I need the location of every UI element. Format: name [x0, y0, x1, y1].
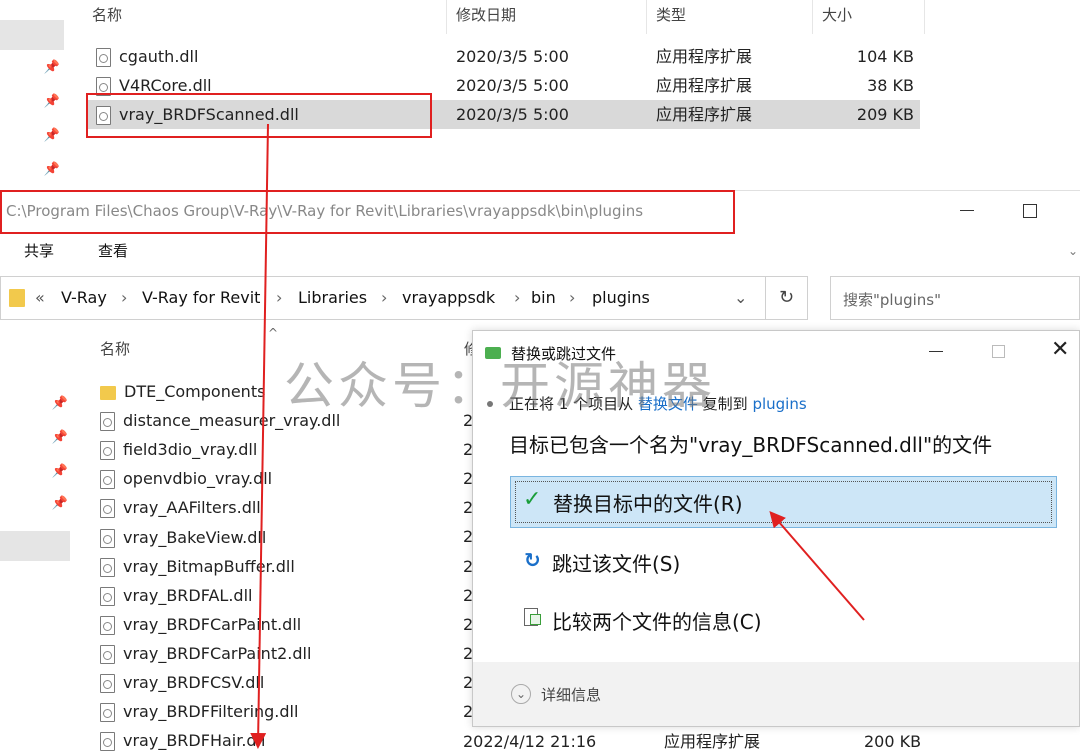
arrow-down-annotation	[250, 123, 269, 749]
annotation-arrows	[250, 123, 865, 749]
arrow-to-replace-annotation	[769, 510, 865, 621]
